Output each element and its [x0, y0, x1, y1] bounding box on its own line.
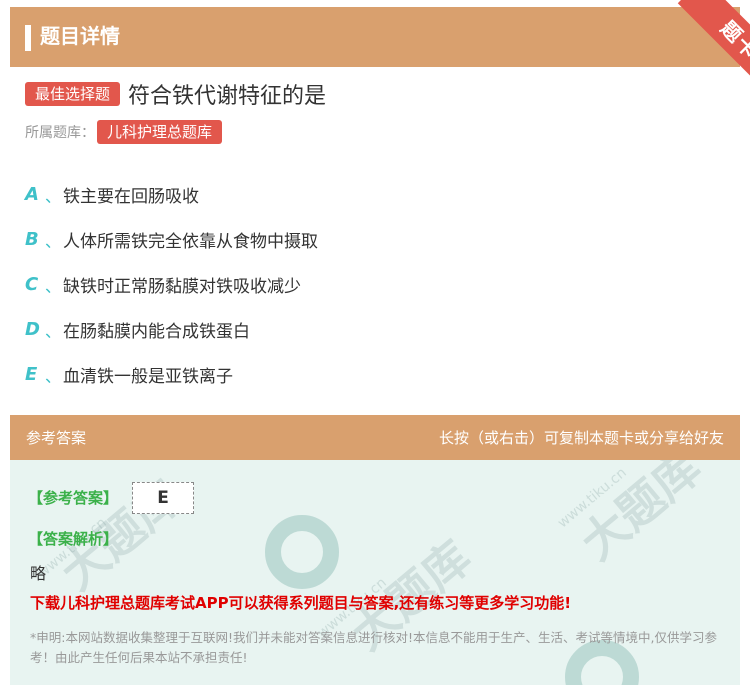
answer-body: 大题库 大题库 大题库 www.tiku.cn www.tiku.cn www.…	[10, 460, 740, 685]
option-separator: 、	[45, 231, 62, 251]
disclaimer-text: *申明:本网站数据收集整理于互联网!我们并未能对答案信息进行核对!本信息不能用于…	[30, 630, 717, 665]
detail-header: 题目详情	[10, 7, 740, 67]
option-text: 缺铁时正常肠黏膜对铁吸收减少	[63, 277, 301, 297]
option-c[interactable]: C 、 缺铁时正常肠黏膜对铁吸收减少	[25, 262, 318, 307]
option-letter: E	[25, 364, 38, 385]
option-letter: B	[25, 229, 39, 250]
option-text: 血清铁一般是亚铁离子	[63, 367, 233, 387]
reference-answer-value: E	[132, 482, 194, 514]
options-list: A 、 铁主要在回肠吸收 B 、 人体所需铁完全依靠从食物中摄取 C 、 缺铁时…	[25, 172, 318, 397]
ribbon-label: 题卡	[677, 0, 750, 90]
option-letter: C	[25, 274, 39, 295]
option-separator: 、	[45, 186, 62, 206]
option-separator: 、	[45, 321, 62, 341]
question-row: 最佳选择题 符合铁代谢特征的是	[25, 79, 326, 109]
option-letter: D	[25, 319, 40, 340]
answer-header: 参考答案 长按（或右击）可复制本题卡或分享给好友	[10, 415, 740, 460]
option-text: 铁主要在回肠吸收	[63, 187, 199, 207]
analysis-label: 【答案解析】	[28, 530, 119, 548]
question-type-tag: 最佳选择题	[25, 82, 121, 106]
option-separator: 、	[45, 366, 62, 386]
option-a[interactable]: A 、 铁主要在回肠吸收	[25, 172, 318, 217]
option-e[interactable]: E 、 血清铁一般是亚铁离子	[25, 352, 318, 397]
option-d[interactable]: D 、 在肠黏膜内能合成铁蛋白	[25, 307, 318, 352]
option-letter: A	[25, 184, 39, 205]
watermark-logo: 大题库	[570, 460, 712, 571]
question-text: 符合铁代谢特征的是	[128, 84, 327, 109]
corner-ribbon: 题卡	[650, 0, 750, 90]
page-title: 题目详情	[40, 24, 120, 48]
watermark-circle-icon	[265, 515, 339, 589]
reference-answer-label: 【参考答案】	[28, 489, 119, 507]
option-separator: 、	[45, 276, 62, 296]
bank-link[interactable]: 儿科护理总题库	[97, 120, 223, 144]
bank-label: 所属题库：	[25, 125, 95, 141]
option-b[interactable]: B 、 人体所需铁完全依靠从食物中摄取	[25, 217, 318, 262]
analysis-text: 略	[30, 564, 47, 583]
option-text: 在肠黏膜内能合成铁蛋白	[63, 322, 250, 342]
option-text: 人体所需铁完全依靠从食物中摄取	[63, 232, 318, 252]
header-accent-bar	[25, 25, 31, 51]
app-promo-link[interactable]: 下载儿科护理总题库考试APP可以获得系列题目与答案,还有练习等更多学习功能!	[30, 592, 571, 613]
bank-row: 所属题库： 儿科护理总题库	[25, 118, 223, 146]
copy-share-hint[interactable]: 长按（或右击）可复制本题卡或分享给好友	[439, 427, 724, 448]
answer-section-title: 参考答案	[26, 429, 87, 447]
